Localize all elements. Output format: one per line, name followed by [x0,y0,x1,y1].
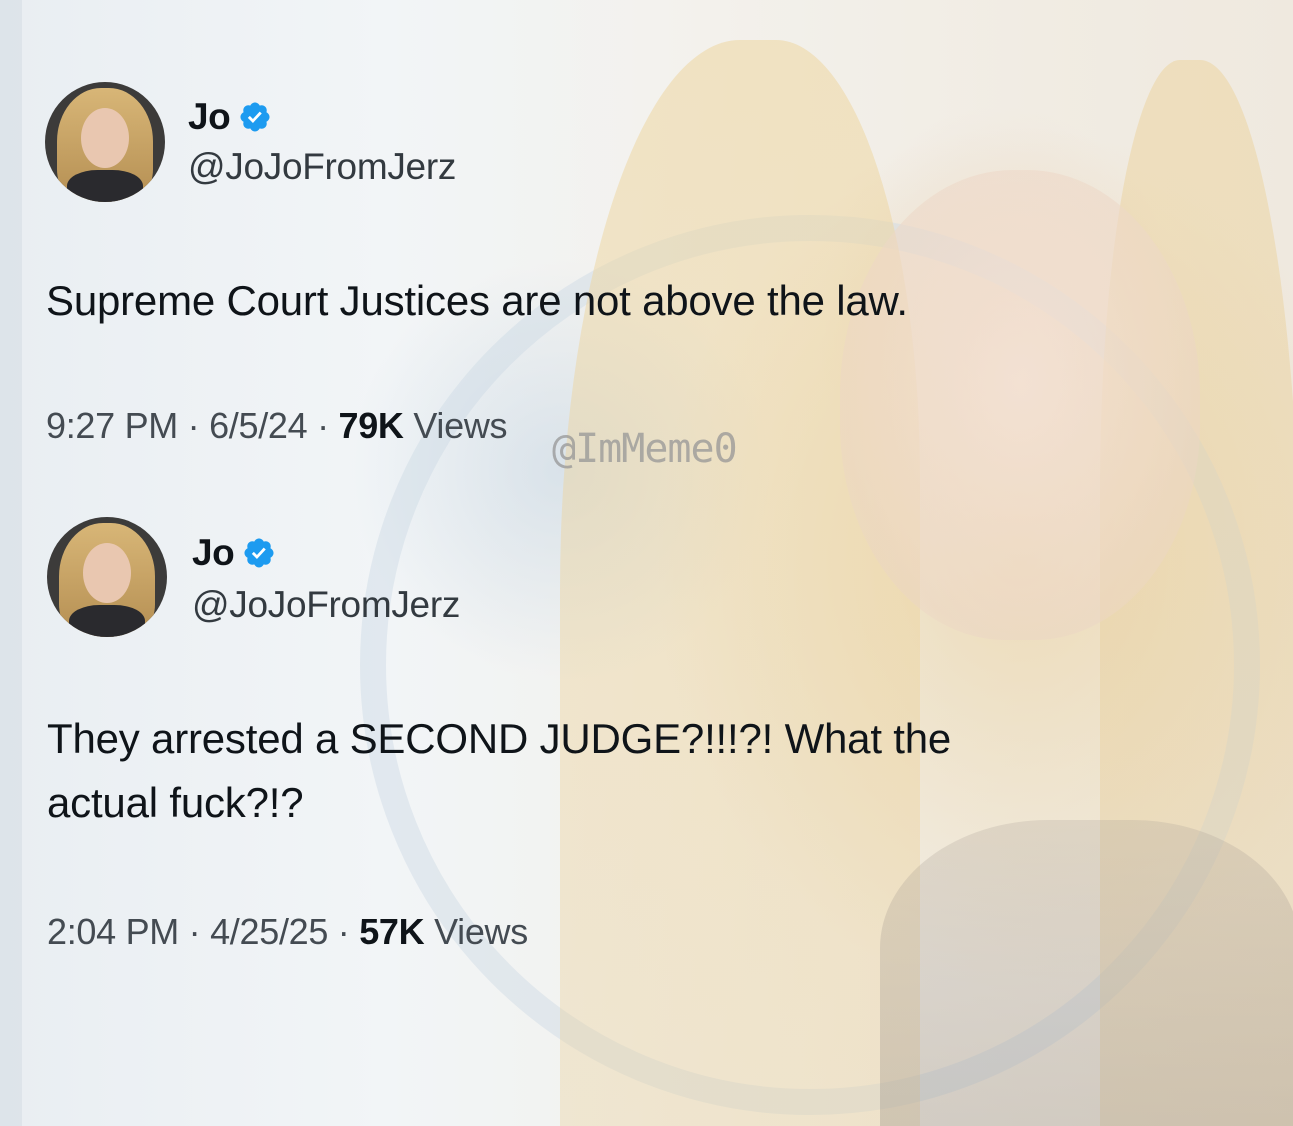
tweet-text: They arrested a SECOND JUDGE?!!!?! What … [47,715,952,826]
verified-badge-icon [244,538,274,568]
tweet-date[interactable]: 6/5/24 [209,405,308,446]
tweet-text: Supreme Court Justices are not above the… [46,277,908,324]
tweet-meta: 9:27 PM · 6/5/24 · 79K Views [46,405,508,447]
meta-separator: · [337,911,350,952]
views-label: Views [413,405,508,446]
tweet-date[interactable]: 4/25/25 [210,911,328,952]
meta-separator: · [317,405,329,446]
author-name-row: Jo [192,532,276,574]
background-column [0,0,22,1126]
author-display-name[interactable]: Jo [192,532,235,574]
views-count: 57K [359,911,425,952]
author-avatar[interactable] [45,82,165,202]
author-handle[interactable]: @JoJoFromJerz [192,584,460,626]
meta-separator: · [187,405,200,446]
verified-badge-icon [240,102,270,132]
author-display-name[interactable]: Jo [188,96,231,138]
views-label: Views [434,911,528,952]
author-avatar[interactable] [47,517,167,637]
author-name-row: Jo [188,96,272,138]
tweet-time[interactable]: 2:04 PM [47,911,179,952]
tweet-time[interactable]: 9:27 PM [46,405,178,446]
tweet-meta: 2:04 PM · 4/25/25 · 57K Views [47,911,528,953]
meta-separator: · [188,911,201,952]
views-count: 79K [338,405,404,446]
watermark: @ImMeme0 [552,426,738,472]
background-jacket [880,820,1293,1126]
background-hair-left [560,40,920,1126]
background-face [840,170,1200,640]
author-handle[interactable]: @JoJoFromJerz [188,146,456,188]
